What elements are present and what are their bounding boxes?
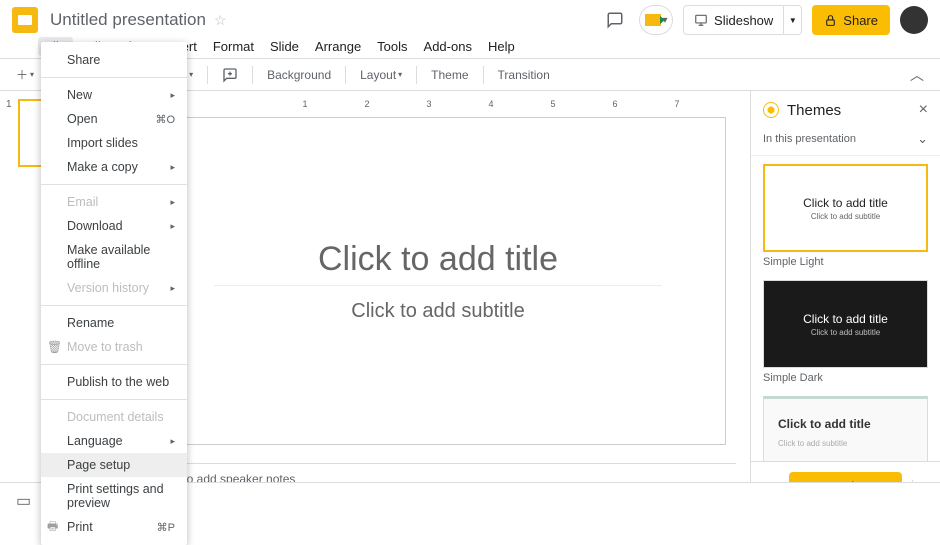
comment-add-icon[interactable] xyxy=(216,65,244,85)
theme-card-title: Click to add title xyxy=(803,196,888,210)
menu-format[interactable]: Format xyxy=(206,37,261,56)
slide-number: 1 xyxy=(6,99,12,110)
layout-label: Layout xyxy=(360,68,396,82)
new-slide-button[interactable]: ＋▾ xyxy=(10,64,40,85)
menu-offline[interactable]: Make available offline xyxy=(41,238,187,276)
theme-card-title: Click to add title xyxy=(803,312,888,326)
theme-card-simple-light[interactable]: Click to add title Click to add subtitle xyxy=(763,164,928,252)
theme-card-title: Click to add title xyxy=(778,417,871,431)
menu-share[interactable]: Share xyxy=(41,48,187,72)
chevron-down-icon[interactable]: ⌄ xyxy=(917,131,928,147)
slideshow-button[interactable]: Slideshow xyxy=(683,5,784,35)
menu-arrange[interactable]: Arrange xyxy=(308,37,368,56)
trash-icon: 🗑 xyxy=(47,340,62,354)
slide-canvas[interactable]: Click to add title Click to add subtitle xyxy=(150,117,726,445)
theme-card-streamline[interactable]: Click to add title Click to add subtitle xyxy=(763,396,928,461)
account-avatar[interactable] xyxy=(900,6,928,34)
comments-icon[interactable] xyxy=(601,6,629,34)
layout-button[interactable]: Layout▾ xyxy=(354,66,408,84)
slides-logo[interactable] xyxy=(12,7,38,33)
theme-card-simple-dark[interactable]: Click to add title Click to add subtitle xyxy=(763,280,928,368)
print-icon: 🖶 xyxy=(47,517,58,538)
star-icon[interactable]: ☆ xyxy=(214,12,227,29)
themes-subtitle: In this presentation xyxy=(763,133,856,145)
menu-email[interactable]: Email▸ xyxy=(41,190,187,214)
theme-button[interactable]: Theme xyxy=(425,66,474,84)
background-button[interactable]: Background xyxy=(261,66,337,84)
theme-label: Simple Light xyxy=(763,256,928,268)
slideshow-dropdown[interactable]: ▼ xyxy=(784,5,802,35)
menu-doc-details[interactable]: Document details xyxy=(41,405,187,429)
slide-title-placeholder[interactable]: Click to add title xyxy=(318,240,558,279)
collapse-toolbar-icon[interactable]: ︿ xyxy=(904,65,930,85)
menu-download[interactable]: Download▸ xyxy=(41,214,187,238)
menu-publish[interactable]: Publish to the web xyxy=(41,370,187,394)
transition-button[interactable]: Transition xyxy=(492,66,556,84)
share-label: Share xyxy=(843,13,878,28)
menu-rename[interactable]: Rename xyxy=(41,311,187,335)
menu-addons[interactable]: Add-ons xyxy=(417,37,479,56)
menu-import-slides[interactable]: Import slides xyxy=(41,131,187,155)
themes-title: Themes xyxy=(787,102,911,119)
menu-page-setup[interactable]: Page setup xyxy=(41,453,187,477)
menu-move-trash[interactable]: 🗑Move to trash xyxy=(41,335,187,359)
close-icon[interactable]: × xyxy=(919,101,928,119)
theme-card-sub: Click to add subtitle xyxy=(811,212,880,221)
slideshow-label: Slideshow xyxy=(714,13,773,28)
filmstrip-view-icon[interactable]: ▭ xyxy=(16,491,31,511)
doc-title[interactable]: Untitled presentation xyxy=(50,10,206,30)
meet-button[interactable]: ▾ xyxy=(639,5,673,35)
menu-new[interactable]: New▸ xyxy=(41,83,187,107)
menu-slide[interactable]: Slide xyxy=(263,37,306,56)
menu-help[interactable]: Help xyxy=(481,37,522,56)
menu-open[interactable]: Open⌘O xyxy=(41,107,187,131)
theme-card-sub: Click to add subtitle xyxy=(778,439,847,448)
file-menu-dropdown: Share New▸ Open⌘O Import slides Make a c… xyxy=(41,42,187,545)
share-button[interactable]: Share xyxy=(812,5,890,35)
menu-print[interactable]: 🖶Print⌘P xyxy=(41,515,187,539)
menu-version-history[interactable]: Version history▸ xyxy=(41,276,187,300)
menu-tools[interactable]: Tools xyxy=(370,37,414,56)
slide-subtitle-placeholder[interactable]: Click to add subtitle xyxy=(214,285,662,323)
theme-label: Simple Dark xyxy=(763,372,928,384)
menu-language[interactable]: Language▸ xyxy=(41,429,187,453)
menu-print-settings[interactable]: Print settings and preview xyxy=(41,477,187,515)
theme-card-sub: Click to add subtitle xyxy=(811,328,880,337)
horizontal-ruler: 11234567 xyxy=(150,99,736,113)
themes-panel: Themes × In this presentation ⌄ Click to… xyxy=(750,91,940,511)
menu-make-copy[interactable]: Make a copy▸ xyxy=(41,155,187,179)
themes-icon xyxy=(763,102,779,118)
